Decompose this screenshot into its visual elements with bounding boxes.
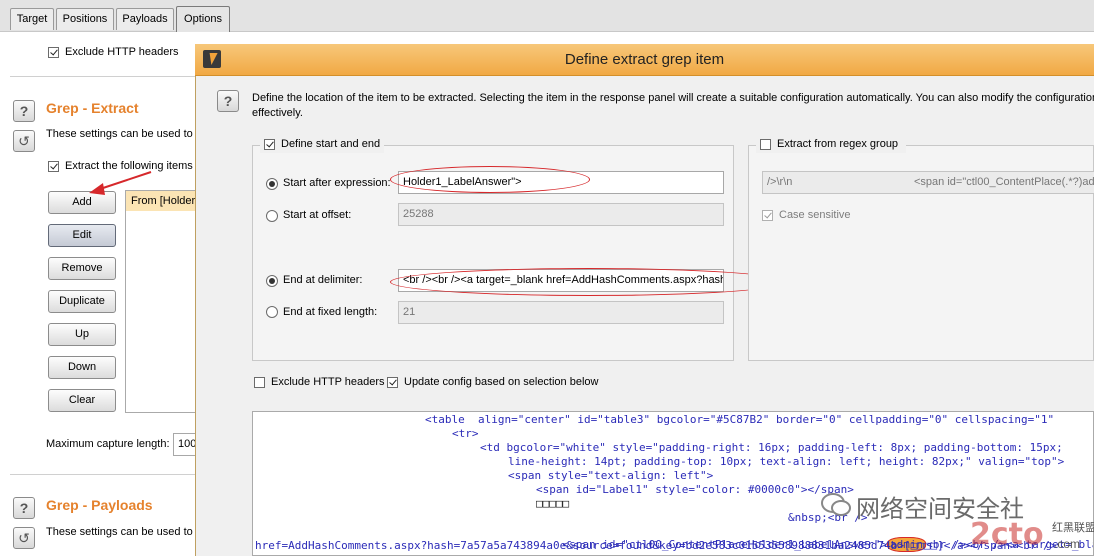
regex-value-right: <span id="ctl00_ContentPlace(.*?)adm [914, 176, 1094, 188]
refresh-icon[interactable]: ↺ [13, 527, 35, 549]
code-line: line-height: 14pt; padding-top: 10px; te… [508, 455, 1065, 468]
duplicate-button[interactable]: Duplicate [48, 290, 116, 313]
case-sensitive-label: Case sensitive [779, 209, 851, 221]
dialog-title: Define extract grep item [564, 51, 725, 68]
start-offset-input[interactable]: 25288 [398, 203, 724, 226]
refresh-icon[interactable]: ↺ [13, 130, 35, 152]
case-sensitive-checkbox[interactable] [762, 210, 773, 221]
tab-target[interactable]: Target [10, 8, 54, 30]
dialog-exclude-headers-label: Exclude HTTP headers [271, 376, 385, 388]
start-after-radio[interactable] [266, 178, 278, 190]
define-start-end-label: Define start and end [281, 138, 381, 150]
tab-positions[interactable]: Positions [56, 8, 114, 30]
end-fixed-input[interactable]: 21 [398, 301, 724, 324]
code-line: □□□□□ [536, 497, 570, 510]
dialog-description-line2: effectively. [252, 107, 303, 119]
list-item[interactable]: From [Holder [126, 191, 199, 211]
dialog-exclude-headers-checkbox[interactable] [254, 377, 265, 388]
exclude-http-headers-checkbox[interactable] [48, 47, 59, 58]
clear-button[interactable]: Clear [48, 389, 116, 412]
help-icon[interactable]: ? [217, 90, 239, 112]
grep-payloads-description: These settings can be used to [46, 526, 193, 538]
end-fixed-radio[interactable] [266, 306, 278, 318]
regex-group-checkbox[interactable] [760, 139, 771, 150]
watermark-logo-suffix: .com [1054, 537, 1081, 551]
watermark-logo: 2cto [970, 517, 1044, 552]
exclude-http-headers-label: Exclude HTTP headers [65, 46, 179, 58]
down-button[interactable]: Down [48, 356, 116, 379]
group-legend: Extract from regex group [756, 137, 906, 153]
start-after-label: Start after expression: [283, 177, 391, 189]
group-legend: Define start and end [260, 137, 384, 153]
code-line: <span id="Label1" style="color: #0000c0"… [536, 483, 854, 496]
define-start-end-checkbox[interactable] [264, 139, 275, 150]
watermark: 网络空间安全社 2cto 红黑联盟 .com [820, 483, 1094, 556]
update-config-label: Update config based on selection below [404, 376, 599, 388]
help-icon[interactable]: ? [13, 100, 35, 122]
extract-items-checkbox[interactable] [48, 161, 59, 172]
grep-extract-title: Grep - Extract [46, 100, 139, 116]
code-line: <span style="text-align: left"> [508, 469, 714, 482]
wechat-icon [821, 493, 851, 516]
up-button[interactable]: Up [48, 323, 116, 346]
watermark-small-text: 红黑联盟 [1052, 522, 1094, 534]
end-delimiter-radio[interactable] [266, 275, 278, 287]
regex-input[interactable]: />\r\n <span id="ctl00_ContentPlace(.*?)… [762, 171, 1094, 194]
regex-value-left: />\r\n [767, 176, 793, 188]
separator [10, 474, 195, 475]
code-line: <tr> [452, 427, 479, 440]
dialog-description: Define the location of the item to be ex… [252, 92, 1094, 104]
annotation-ellipse [390, 268, 788, 296]
extract-items-list[interactable]: From [Holder [125, 190, 200, 413]
grep-payloads-title: Grep - Payloads [46, 497, 153, 513]
grep-extract-description: These settings can be used to [46, 128, 193, 140]
tab-options[interactable]: Options [176, 6, 230, 32]
edit-button[interactable]: Edit [48, 224, 116, 247]
max-capture-label: Maximum capture length: [46, 438, 170, 450]
separator [10, 76, 195, 77]
annotation-ellipse [390, 166, 590, 193]
code-line: <table align="center" id="table3" bgcolo… [425, 413, 1055, 426]
regex-group-label: Extract from regex group [777, 138, 899, 150]
end-delimiter-label: End at delimiter: [283, 274, 363, 286]
help-icon[interactable]: ? [13, 497, 35, 519]
end-fixed-label: End at fixed length: [283, 306, 378, 318]
tab-bar: Target Positions Payloads Options [0, 0, 1094, 32]
tab-payloads[interactable]: Payloads [116, 8, 174, 30]
start-offset-radio[interactable] [266, 210, 278, 222]
start-offset-label: Start at offset: [283, 209, 352, 221]
remove-button[interactable]: Remove [48, 257, 116, 280]
code-line: <td bgcolor="white" style="padding-right… [480, 441, 1063, 454]
dialog-titlebar[interactable]: Define extract grep item [195, 44, 1094, 76]
update-config-checkbox[interactable] [387, 377, 398, 388]
